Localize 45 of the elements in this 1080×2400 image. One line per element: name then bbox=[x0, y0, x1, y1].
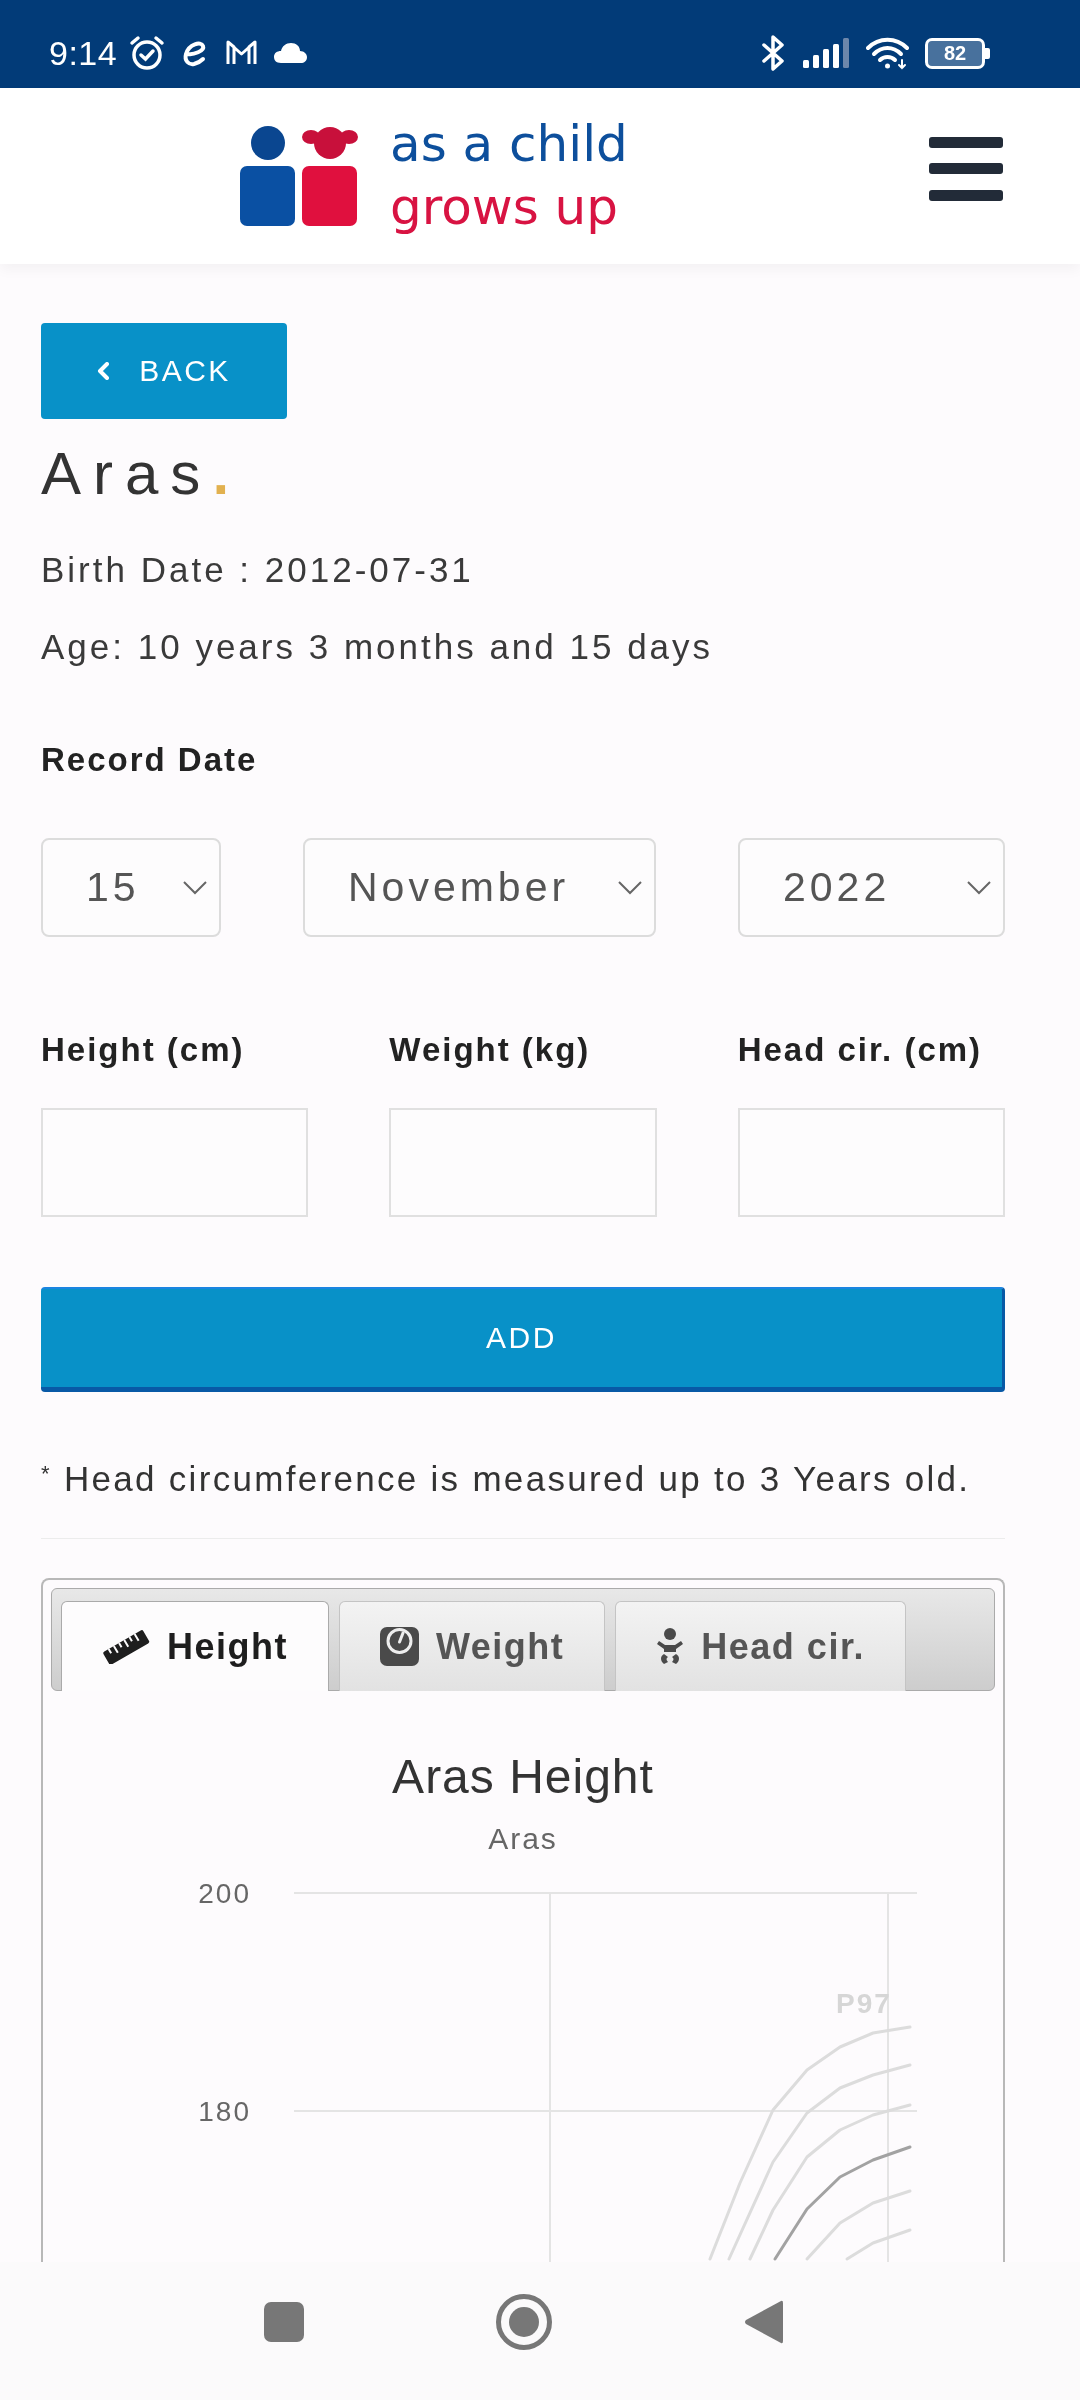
measurement-input[interactable] bbox=[41, 1108, 309, 1217]
wifi-icon bbox=[866, 36, 909, 70]
chevron-down-icon bbox=[618, 880, 642, 895]
add-button[interactable]: ADD bbox=[41, 1287, 1005, 1392]
chart-subtitle: Aras bbox=[487, 1821, 559, 1857]
day-select[interactable]: 15 bbox=[41, 838, 221, 937]
name-period: . bbox=[212, 440, 242, 507]
footnote-text: $^{*}$ Head circumference is measured up to 3 Years old. bbox=[41, 1459, 972, 1499]
logo-icon[interactable] bbox=[240, 126, 358, 226]
measurement-label: Height (cm) bbox=[41, 1031, 246, 1069]
y-axis-label: 200 bbox=[198, 1878, 251, 1909]
chart-title: Aras Height bbox=[391, 1749, 655, 1805]
home-icon[interactable] bbox=[496, 2294, 552, 2350]
year-select[interactable]: 2022 bbox=[738, 838, 1005, 937]
chart-tab[interactable]: Height bbox=[61, 1601, 329, 1691]
measurement-label: Head cir. (cm) bbox=[737, 1031, 984, 1069]
age-text: Age: 10 years 3 months and 15 days bbox=[41, 627, 715, 667]
month-select[interactable]: November bbox=[303, 838, 656, 937]
y-axis-label: 180 bbox=[198, 2096, 251, 2127]
status-time: 9:14 bbox=[49, 33, 118, 73]
measurement-label: Weight (kg) bbox=[389, 1031, 592, 1069]
record-date-label: Record Date bbox=[41, 741, 259, 779]
signal-icon bbox=[803, 38, 850, 68]
chart-tab[interactable]: Head cir. bbox=[615, 1601, 906, 1691]
baby-icon bbox=[656, 1628, 685, 1665]
birth-date-text: Birth Date : 2012-07-31 bbox=[41, 550, 475, 590]
chart-tab[interactable]: Weight bbox=[339, 1601, 606, 1691]
child-name: Aras bbox=[41, 440, 213, 507]
logo-text: grows up bbox=[390, 177, 620, 238]
chevron-down-icon bbox=[183, 880, 207, 895]
back-button[interactable]: BACK bbox=[41, 323, 287, 419]
mail-icon bbox=[225, 39, 259, 67]
scale-icon bbox=[380, 1627, 419, 1666]
chevron-down-icon bbox=[967, 880, 991, 895]
recent-apps-icon[interactable] bbox=[264, 2302, 304, 2342]
cloud-icon bbox=[274, 43, 308, 63]
logo-text: as a child bbox=[390, 114, 628, 175]
chevron-left-icon bbox=[97, 362, 110, 380]
bluetooth-icon bbox=[761, 35, 787, 71]
menu-icon[interactable] bbox=[929, 137, 1003, 201]
alarm-clock-icon bbox=[129, 35, 166, 71]
measurement-input[interactable] bbox=[389, 1108, 657, 1217]
measurement-input[interactable] bbox=[737, 1108, 1005, 1217]
back-icon[interactable] bbox=[744, 2299, 783, 2345]
battery-indicator: 82 bbox=[925, 37, 990, 69]
